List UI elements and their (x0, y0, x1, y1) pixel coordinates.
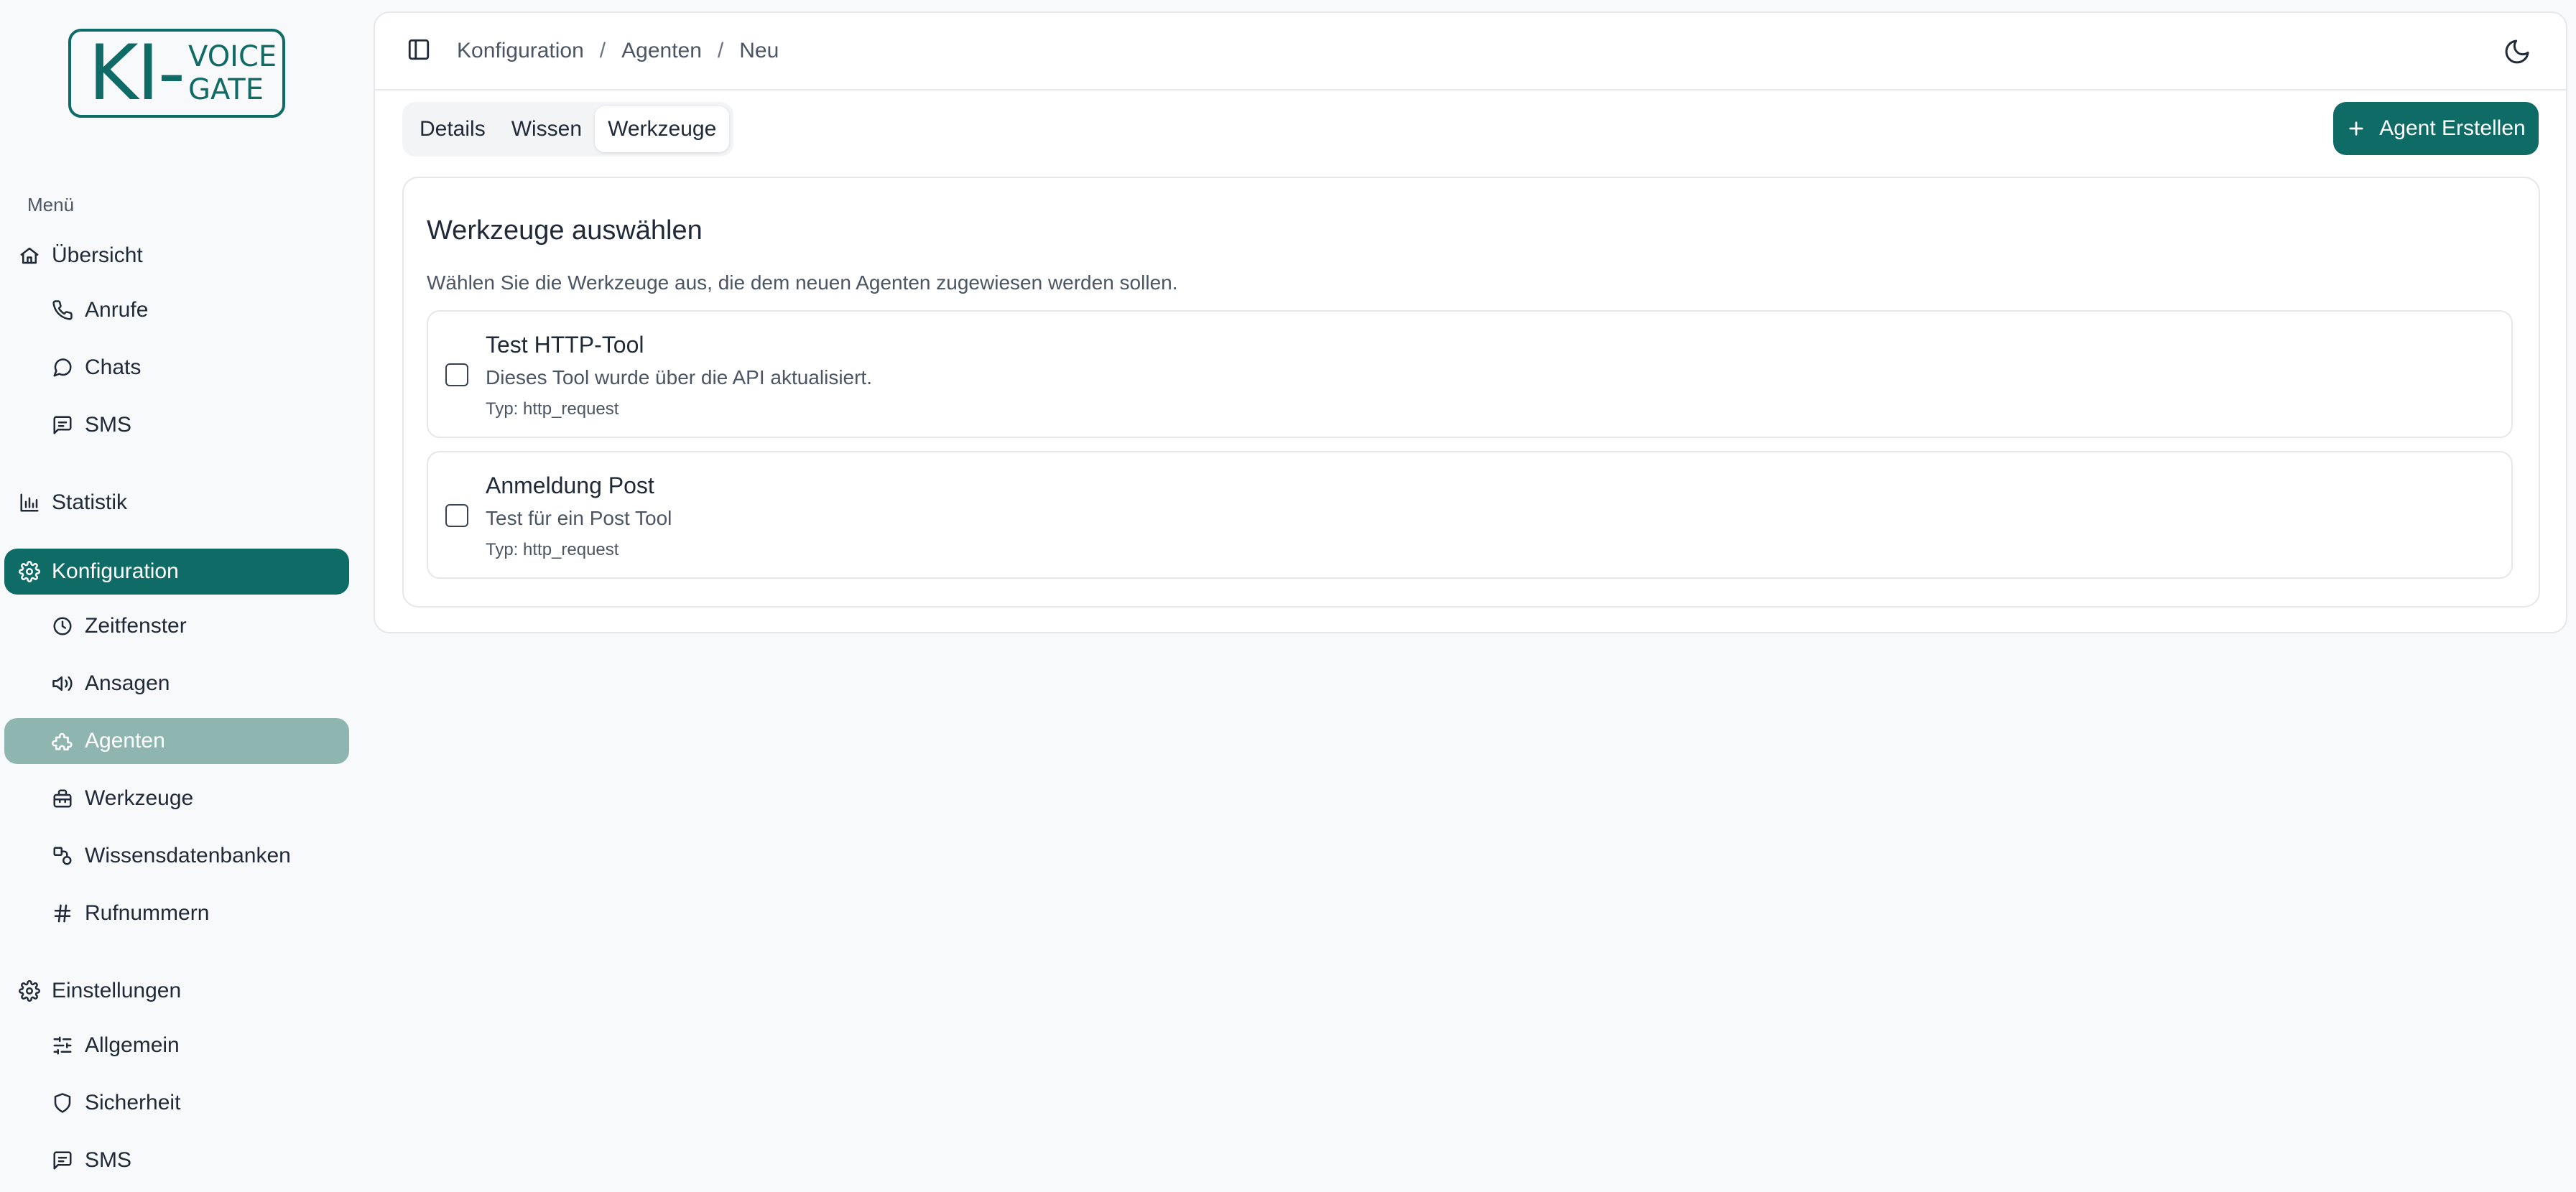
create-agent-button[interactable]: Agent Erstellen (2333, 102, 2539, 155)
sidebar-item-label: Statistik (52, 490, 128, 514)
message-square-icon (50, 413, 75, 437)
sidebar-item-label: Konfiguration (52, 559, 179, 583)
home-icon (17, 243, 42, 268)
sidebar-item-anrufe[interactable]: Anrufe (4, 287, 349, 333)
sidebar-item-label: Anrufe (85, 298, 149, 322)
tool-description: Dieses Tool wurde über die API aktualisi… (486, 366, 872, 388)
phone-icon (50, 298, 75, 322)
top-bar: Konfiguration / Agenten / Neu (375, 13, 2566, 90)
sidebar-item-werkzeuge[interactable]: Werkzeuge (4, 776, 349, 821)
tab-werkzeuge[interactable]: Werkzeuge (595, 106, 730, 152)
sidebar-item-zeitfenster[interactable]: Zeitfenster (4, 603, 349, 649)
plus-icon (2346, 118, 2366, 139)
moon-icon[interactable] (2503, 37, 2531, 66)
sidebar-item-sicherheit[interactable]: Sicherheit (4, 1080, 349, 1126)
toolbox-icon (50, 786, 75, 811)
tools-section: Werkzeuge auswählen Wählen Sie die Werkz… (402, 177, 2540, 607)
tool-description: Test für ein Post Tool (486, 507, 672, 529)
sidebar-item-einstellungen[interactable]: Einstellungen (4, 968, 349, 1014)
puzzle-icon (50, 729, 75, 753)
sidebar-item-label: Wissensdatenbanken (85, 844, 291, 867)
breadcrumb-separator: / (599, 39, 606, 62)
gear-icon (17, 559, 42, 584)
tool-checkbox[interactable] (445, 363, 468, 386)
sidebar-item-ansagen[interactable]: Ansagen (4, 661, 349, 707)
sidebar-item-uebersicht[interactable]: Übersicht (4, 233, 349, 279)
sidebar-item-allgemein[interactable]: Allgemein (4, 1023, 349, 1068)
sidebar-item-sms-settings[interactable]: SMS (4, 1137, 349, 1183)
sidebar-item-chats[interactable]: Chats (4, 345, 349, 391)
tool-checkbox[interactable] (445, 504, 468, 527)
breadcrumb-separator: / (717, 39, 724, 62)
logo[interactable]: KI- VOICE GATE (68, 29, 285, 118)
sidebar-item-label: Werkzeuge (85, 786, 194, 810)
tool-card[interactable]: Anmeldung Post Test für ein Post Tool Ty… (427, 451, 2513, 579)
main-panel: Konfiguration / Agenten / Neu Details Wi… (374, 11, 2567, 633)
sidebar-item-label: SMS (85, 1148, 132, 1172)
shield-icon (50, 1091, 75, 1115)
tab-wissen[interactable]: Wissen (499, 106, 595, 152)
breadcrumb-item-agenten[interactable]: Agenten (621, 39, 702, 63)
menu-label: Menü (27, 194, 75, 215)
tool-card[interactable]: Test HTTP-Tool Dieses Tool wurde über di… (427, 310, 2513, 438)
sidebar-item-label: Sicherheit (85, 1091, 181, 1114)
sidebar-item-label: Allgemein (85, 1033, 180, 1057)
section-description: Wählen Sie die Werkzeuge aus, die dem ne… (427, 271, 1178, 294)
sidebar-item-label: Übersicht (52, 243, 143, 267)
speaker-icon (50, 671, 75, 696)
message-square-icon (50, 1148, 75, 1173)
create-agent-label: Agent Erstellen (2379, 116, 2526, 140)
sidebar-item-label: Rufnummern (85, 901, 210, 925)
breadcrumb-item-konfiguration[interactable]: Konfiguration (457, 39, 584, 63)
sidebar-item-konfiguration[interactable]: Konfiguration (4, 549, 349, 595)
section-title: Werkzeuge auswählen (427, 215, 703, 246)
sidebar-item-sms[interactable]: SMS (4, 402, 349, 448)
sidebar-item-label: Agenten (85, 729, 165, 753)
hash-icon (50, 901, 75, 926)
sidebar-item-rufnummern[interactable]: Rufnummern (4, 890, 349, 936)
tab-list: Details Wissen Werkzeuge (402, 102, 734, 157)
sidebar-item-wissensdatenbanken[interactable]: Wissensdatenbanken (4, 833, 349, 879)
sidebar-item-label: Chats (85, 355, 142, 379)
sidebar-toggle-icon[interactable] (407, 37, 431, 65)
logo-text-voice-gate: VOICE GATE (188, 40, 277, 106)
logo-line-voice: VOICE (188, 40, 277, 73)
clock-icon (50, 614, 75, 638)
gear-icon (17, 979, 42, 1003)
message-circle-icon (50, 355, 75, 380)
logo-text-ki: KI- (88, 29, 185, 117)
tool-name: Anmeldung Post (486, 472, 654, 498)
logo-line-gate: GATE (188, 73, 264, 106)
sidebar: KI- VOICE GATE Menü Übersicht Anrufe Cha… (0, 0, 359, 1192)
sliders-icon (50, 1033, 75, 1058)
tool-name: Test HTTP-Tool (486, 332, 644, 358)
sidebar-item-label: Einstellungen (52, 979, 182, 1002)
tab-details[interactable]: Details (407, 106, 499, 152)
sidebar-item-agenten[interactable]: Agenten (4, 718, 349, 764)
sidebar-item-label: Ansagen (85, 671, 170, 695)
breadcrumb: Konfiguration / Agenten / Neu (457, 39, 779, 63)
tool-type: Typ: http_request (486, 399, 619, 419)
shapes-icon (50, 844, 75, 868)
sidebar-item-statistik[interactable]: Statistik (4, 480, 349, 526)
breadcrumb-item-neu: Neu (739, 39, 779, 62)
tool-type: Typ: http_request (486, 540, 619, 559)
bar-chart-icon (17, 490, 42, 515)
sidebar-item-label: Zeitfenster (85, 614, 187, 638)
sidebar-item-label: SMS (85, 413, 132, 437)
